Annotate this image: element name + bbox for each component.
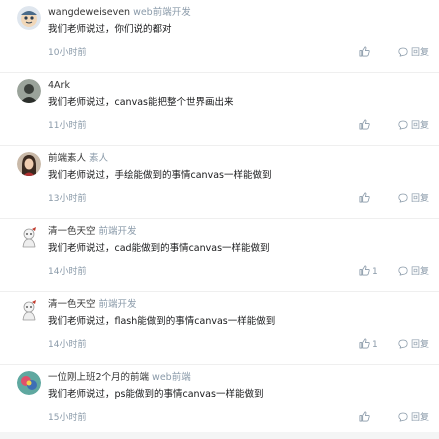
reply-label: 回复 [411, 340, 430, 350]
like-button[interactable] [359, 119, 372, 133]
user-line: wangdeweiseven web前端开发 [48, 6, 191, 20]
comment-bubble-icon [398, 339, 408, 349]
user-line: 清一色天空 前端开发 [48, 298, 137, 312]
reply-label: 回复 [411, 121, 430, 131]
comment-content: 我们老师说过，ps能做到的事情canvas一样能做到 [48, 389, 264, 400]
username[interactable]: wangdeweiseven [48, 7, 130, 18]
reply-button[interactable]: 回复 [398, 411, 429, 425]
reply-button[interactable]: 回复 [398, 265, 429, 279]
comment-time: 14小时前 [48, 340, 87, 350]
comment-bubble-icon [398, 412, 408, 422]
thumbs-up-icon [359, 46, 370, 57]
user-line: 清一色天空 前端开发 [48, 225, 137, 239]
user-title: 前端开发 [98, 299, 137, 310]
comment-item: wangdeweiseven web前端开发 我们老师说过，你们说的都对 10小时… [0, 0, 439, 73]
like-button[interactable]: 1 [359, 265, 378, 279]
comment-item: 清一色天空 前端开发 我们老师说过，cad能做到的事情canvas一样能做到 14… [0, 219, 439, 292]
like-count: 1 [372, 340, 378, 350]
username[interactable]: 前端素人 [48, 153, 86, 164]
like-button[interactable]: 1 [359, 338, 378, 352]
like-count: 1 [372, 267, 378, 277]
avatar-dark-photo[interactable] [17, 79, 41, 103]
avatar-colorful-circle[interactable] [17, 371, 41, 395]
comment-content: 我们老师说过，手绘能做到的事情canvas一样能做到 [48, 170, 272, 181]
comment-bubble-icon [398, 47, 408, 57]
comment-time: 10小时前 [48, 48, 87, 58]
reply-button[interactable]: 回复 [398, 46, 429, 60]
comment-time: 15小时前 [48, 413, 87, 423]
like-button[interactable] [359, 411, 372, 425]
bottom-bar [0, 432, 439, 439]
thumbs-up-icon [359, 119, 370, 130]
reply-button[interactable]: 回复 [398, 338, 429, 352]
comment-content: 我们老师说过，你们说的都对 [48, 24, 172, 35]
comment-content: 我们老师说过，canvas能把整个世界画出来 [48, 97, 234, 108]
thumbs-up-icon [359, 411, 370, 422]
comment-item: 一位刚上班2个月的前端 web前端 我们老师说过，ps能做到的事情canvas一样… [0, 365, 439, 438]
user-title: 前端开发 [98, 226, 137, 237]
avatar-white-character[interactable] [17, 225, 41, 249]
comment-bubble-icon [398, 193, 408, 203]
thumbs-up-icon [359, 192, 370, 203]
username[interactable]: 清一色天空 [48, 299, 96, 310]
user-title: web前端开发 [133, 7, 191, 18]
avatar-white-character[interactable] [17, 298, 41, 322]
username[interactable]: 清一色天空 [48, 226, 96, 237]
reply-label: 回复 [411, 48, 430, 58]
username[interactable]: 4Ark [48, 80, 70, 91]
username[interactable]: 一位刚上班2个月的前端 [48, 372, 149, 383]
reply-label: 回复 [411, 267, 430, 277]
comment-content: 我们老师说过，cad能做到的事情canvas一样能做到 [48, 243, 270, 254]
reply-button[interactable]: 回复 [398, 119, 429, 133]
user-line: 前端素人 素人 [48, 152, 108, 166]
comment-item: 前端素人 素人 我们老师说过，手绘能做到的事情canvas一样能做到 13小时前 … [0, 146, 439, 219]
comment-time: 14小时前 [48, 267, 87, 277]
thumbs-up-icon [359, 265, 370, 276]
reply-button[interactable]: 回复 [398, 192, 429, 206]
comment-time: 11小时前 [48, 121, 87, 131]
comment-item: 清一色天空 前端开发 我们老师说过，flash能做到的事情canvas一样能做到 … [0, 292, 439, 365]
avatar-woman-photo[interactable] [17, 152, 41, 176]
user-line: 4Ark [48, 79, 73, 93]
user-title: 素人 [89, 153, 109, 164]
comment-time: 13小时前 [48, 194, 87, 204]
comment-list: wangdeweiseven web前端开发 我们老师说过，你们说的都对 10小时… [0, 0, 439, 438]
avatar-cartoon-face[interactable] [17, 6, 41, 30]
user-title: web前端 [152, 372, 191, 383]
comment-bubble-icon [398, 266, 408, 276]
thumbs-up-icon [359, 338, 370, 349]
reply-label: 回复 [411, 413, 430, 423]
comment-bubble-icon [398, 120, 408, 130]
comment-content: 我们老师说过，flash能做到的事情canvas一样能做到 [48, 316, 276, 327]
like-button[interactable] [359, 192, 372, 206]
comment-item: 4Ark 我们老师说过，canvas能把整个世界画出来 11小时前 回复 [0, 73, 439, 146]
reply-label: 回复 [411, 194, 430, 204]
user-line: 一位刚上班2个月的前端 web前端 [48, 371, 191, 385]
like-button[interactable] [359, 46, 372, 60]
